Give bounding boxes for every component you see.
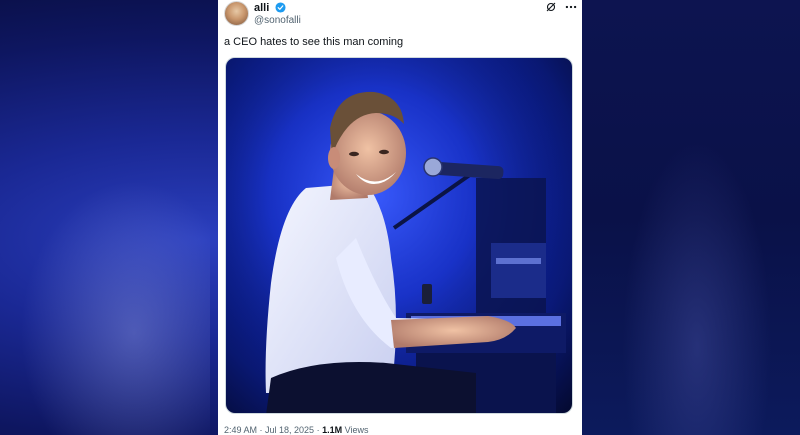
tweet-card: alli @sonofalli a CEO hates to see this … [218, 0, 582, 435]
tweet-media-photo[interactable] [225, 57, 573, 414]
more-options-icon[interactable] [564, 1, 578, 13]
background-blur-left [20, 180, 210, 435]
author-name[interactable]: alli [254, 2, 269, 14]
background-blur-right [582, 0, 800, 435]
tweet-text: a CEO hates to see this man coming [224, 36, 404, 48]
grok-icon[interactable] [545, 1, 557, 13]
avatar[interactable] [224, 1, 249, 26]
tweet-timestamp[interactable]: 2:49 AM · Jul 18, 2025 [224, 425, 314, 435]
views-count: 1.1M [322, 425, 343, 435]
photo-illustration [226, 58, 572, 413]
tweet-header: alli @sonofalli [224, 0, 578, 30]
meta-separator: · [316, 425, 320, 435]
author-handle[interactable]: @sonofalli [254, 15, 301, 26]
views-label: Views [344, 425, 369, 435]
verified-badge-icon [275, 2, 286, 13]
tweet-meta: 2:49 AM · Jul 18, 2025 · 1.1M Views [224, 425, 368, 435]
